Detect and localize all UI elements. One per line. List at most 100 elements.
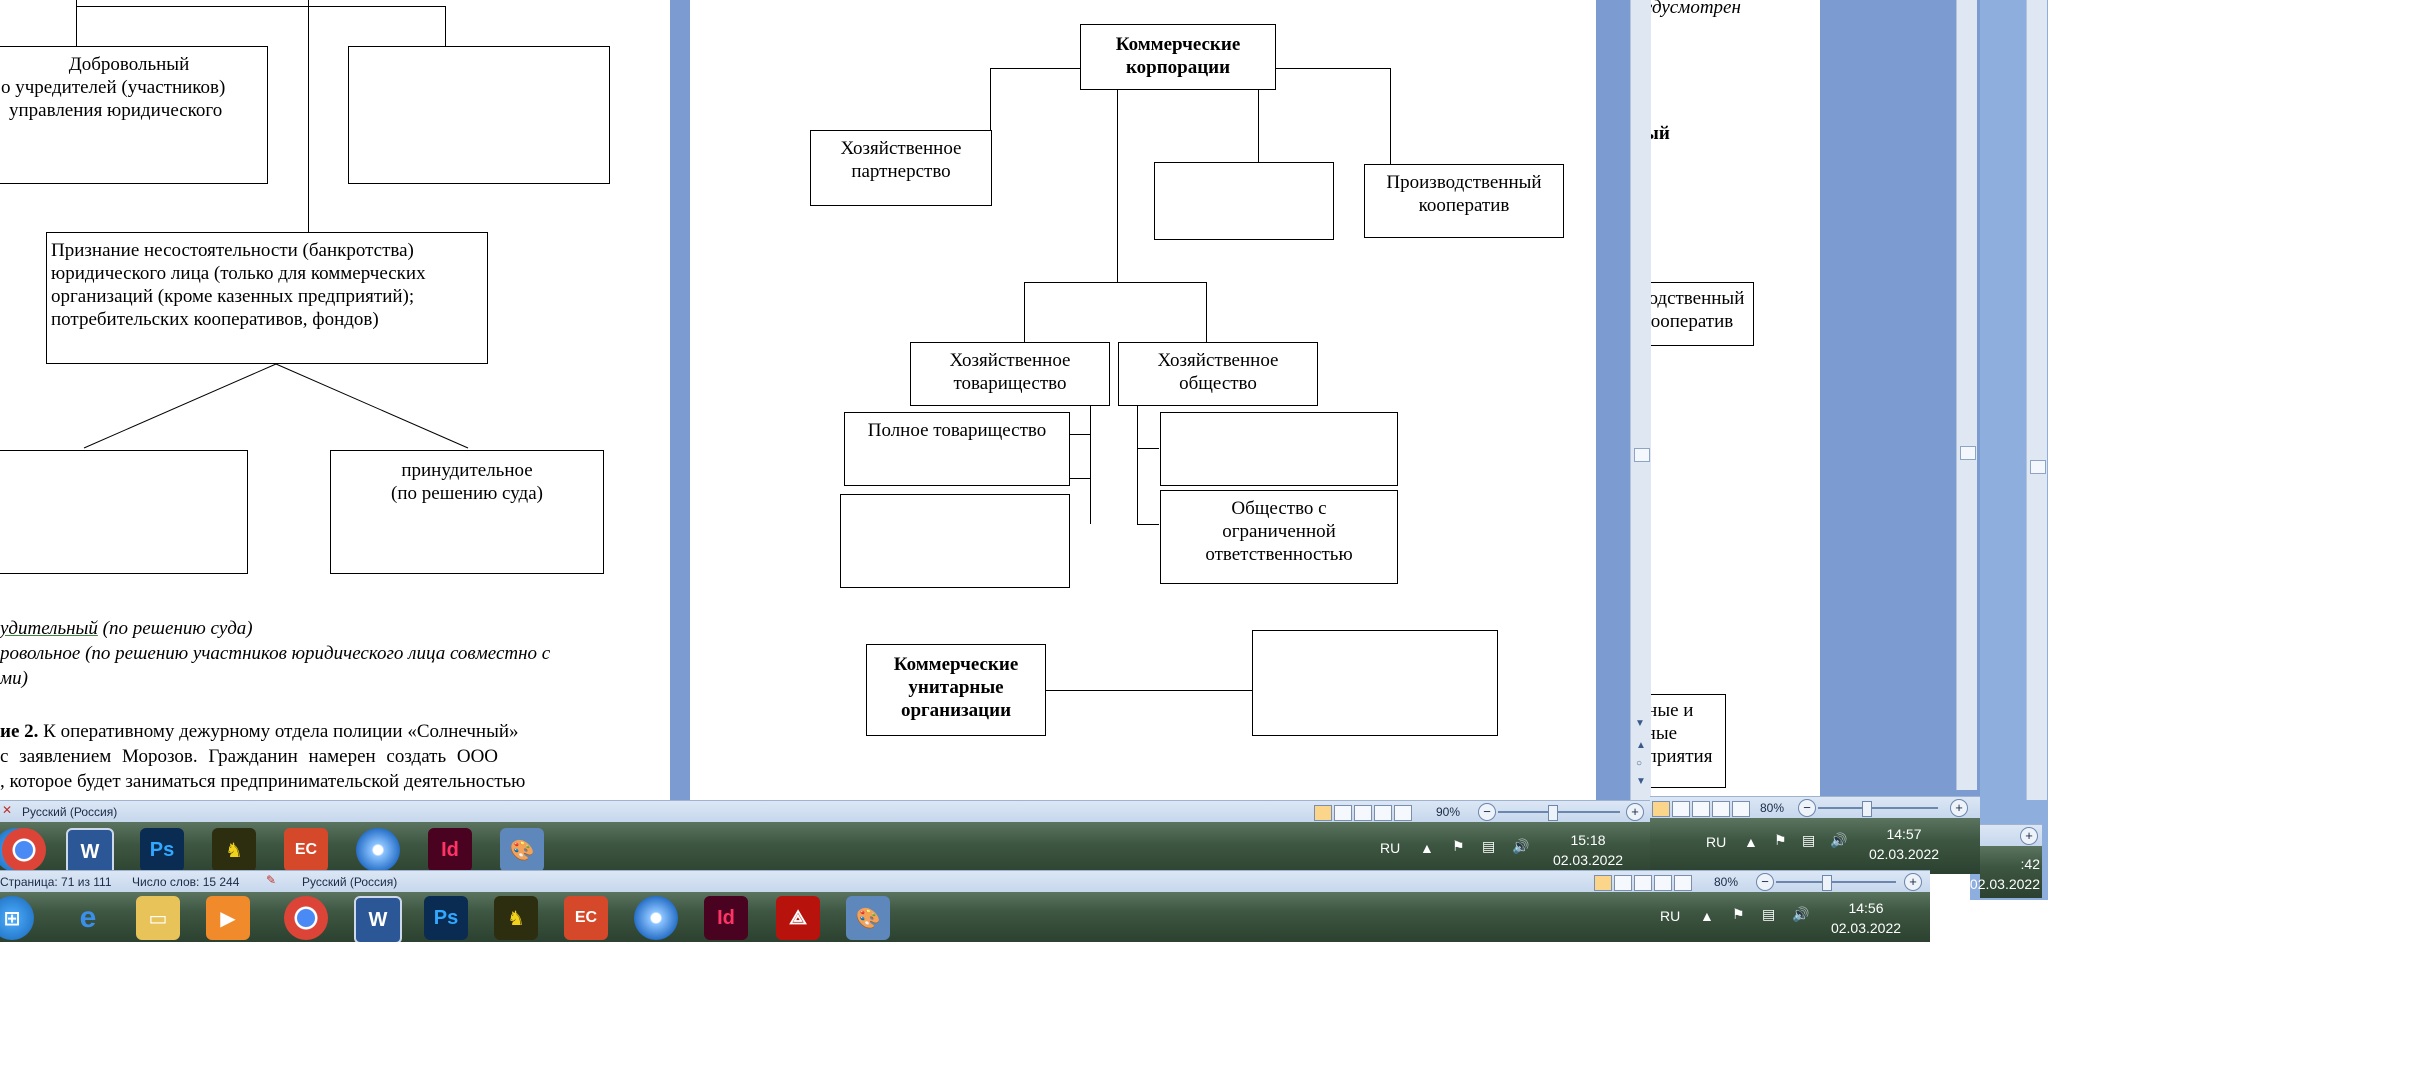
outline-view-icon[interactable]: [1374, 805, 1392, 821]
connector-line: [1137, 404, 1138, 524]
network-icon[interactable]: ▤: [1802, 832, 1815, 849]
outline-view-icon[interactable]: [1654, 875, 1672, 891]
app-yellow-icon[interactable]: ♞: [212, 828, 256, 872]
language-status[interactable]: Русский (Россия): [22, 805, 117, 819]
acrobat-icon[interactable]: ⟁: [776, 896, 820, 940]
print-layout-view-icon[interactable]: [1594, 875, 1612, 891]
disc-icon[interactable]: [356, 828, 400, 872]
disc-icon[interactable]: [634, 896, 678, 940]
zoom-slider-thumb[interactable]: [1822, 875, 1832, 891]
spelling-icon[interactable]: ✎: [266, 873, 276, 887]
prod-coop-line: Производственный: [1386, 172, 1542, 193]
volume-icon[interactable]: 🔊: [1512, 838, 1529, 855]
media-player-icon[interactable]: ▶: [206, 896, 250, 940]
zoom-slider-thumb[interactable]: [1862, 801, 1872, 817]
zoom-in-button[interactable]: +: [1950, 799, 1968, 817]
word-icon[interactable]: W: [66, 828, 114, 876]
word-count[interactable]: Число слов: 15 244: [132, 875, 239, 889]
indesign-icon[interactable]: Id: [704, 896, 748, 940]
tray-expand-icon[interactable]: ▲: [1744, 834, 1758, 850]
zoom-in-button[interactable]: +: [2020, 827, 2038, 845]
volume-icon[interactable]: 🔊: [1792, 906, 1809, 923]
start-icon[interactable]: ⊞: [0, 896, 34, 940]
action-center-flag-icon[interactable]: ⚑: [1452, 838, 1465, 855]
zoom-slider-track[interactable]: [1818, 807, 1938, 809]
zoom-in-button[interactable]: +: [1904, 873, 1922, 891]
tray-expand-icon[interactable]: ▲: [1420, 840, 1434, 856]
draft-view-icon[interactable]: [1674, 875, 1692, 891]
page-count[interactable]: Страница: 71 из 111: [0, 875, 112, 889]
paint-icon[interactable]: 🎨: [846, 896, 890, 940]
volume-icon[interactable]: 🔊: [1830, 832, 1847, 849]
web-view-icon[interactable]: [1354, 805, 1372, 821]
browse-next-icon[interactable]: ▼: [1636, 776, 1646, 787]
draft-view-icon[interactable]: [1394, 805, 1412, 821]
tray-clock[interactable]: 14:57 02.03.2022: [1864, 824, 1944, 864]
tray-lang[interactable]: RU: [1380, 840, 1400, 856]
print-layout-view-icon[interactable]: [1652, 801, 1670, 817]
right-document-page: едусмотрен ый водственный ооператив нные…: [1630, 0, 1820, 790]
spelling-icon[interactable]: ✕: [2, 803, 12, 817]
ie-icon[interactable]: e: [66, 896, 110, 940]
action-center-flag-icon[interactable]: ⚑: [1774, 832, 1787, 849]
app-yellow-icon[interactable]: ♞: [494, 896, 538, 940]
zoom-level[interactable]: 80%: [1760, 801, 1784, 815]
scroll-thumb[interactable]: [2030, 460, 2046, 474]
tray-clock[interactable]: 15:18 02.03.2022: [1548, 830, 1628, 870]
clock-date: 02.03.2022: [1552, 852, 1624, 868]
app-ec-icon[interactable]: EC: [284, 828, 328, 872]
network-icon[interactable]: ▤: [1762, 906, 1775, 923]
photoshop-icon[interactable]: Ps: [140, 828, 184, 872]
indesign-icon[interactable]: Id: [428, 828, 472, 872]
reading-view-icon[interactable]: [1614, 875, 1632, 891]
explorer-icon[interactable]: ▭: [136, 896, 180, 940]
connector-line: [990, 68, 1090, 69]
zoom-in-button[interactable]: +: [1626, 803, 1644, 821]
connector-line: [1117, 88, 1118, 282]
zoom-level[interactable]: 90%: [1436, 805, 1460, 819]
photoshop-icon[interactable]: Ps: [424, 896, 468, 940]
llc-box: Общество с ограниченной ответственностью: [1160, 490, 1398, 584]
action-center-flag-icon[interactable]: ⚑: [1732, 906, 1745, 923]
tray-lang[interactable]: RU: [1660, 908, 1680, 924]
network-icon[interactable]: ▤: [1482, 838, 1495, 855]
scroll-down-icon[interactable]: ▼: [1635, 718, 1645, 729]
language-status[interactable]: Русский (Россия): [302, 875, 397, 889]
browse-prev-icon[interactable]: ▲: [1636, 740, 1646, 751]
outline-view-icon[interactable]: [1712, 801, 1730, 817]
reading-view-icon[interactable]: [1334, 805, 1352, 821]
zoom-slider-track[interactable]: [1776, 881, 1896, 883]
zoom-slider-thumb[interactable]: [1548, 805, 1558, 821]
window-back-mid-scrollbar[interactable]: [1956, 0, 1977, 790]
scroll-thumb[interactable]: [1960, 446, 1976, 460]
word-icon[interactable]: W: [354, 896, 402, 944]
web-view-icon[interactable]: [1692, 801, 1710, 817]
zoom-out-button[interactable]: −: [1798, 799, 1816, 817]
tray-clock[interactable]: :42 02.03.2022: [1940, 854, 2040, 894]
zoom-slider-track[interactable]: [1498, 811, 1620, 813]
web-view-icon[interactable]: [1634, 875, 1652, 891]
zoom-out-button[interactable]: −: [1756, 873, 1774, 891]
chrome-icon[interactable]: [284, 896, 328, 940]
paint-icon[interactable]: 🎨: [500, 828, 544, 872]
tray-lang[interactable]: RU: [1706, 834, 1726, 850]
draft-view-icon[interactable]: [1732, 801, 1750, 817]
empty-partnership-box: [840, 494, 1070, 588]
center-doc-scrollbar[interactable]: ▼ ▲ ○ ▼: [1630, 0, 1651, 800]
app-ec-icon[interactable]: EC: [564, 896, 608, 940]
connector-line: [1274, 68, 1390, 69]
tray-clock[interactable]: 14:56 02.03.2022: [1826, 898, 1906, 938]
browse-object-icon[interactable]: ○: [1636, 758, 1642, 769]
task-text: К оперативному дежурному отдела полиции …: [38, 721, 519, 742]
zoom-level[interactable]: 80%: [1714, 875, 1738, 889]
reading-view-icon[interactable]: [1672, 801, 1690, 817]
print-layout-view-icon[interactable]: [1314, 805, 1332, 821]
tray-expand-icon[interactable]: ▲: [1700, 908, 1714, 924]
connector-line: [1068, 434, 1090, 435]
commercial-corps-box: Коммерческие корпорации: [1080, 24, 1276, 90]
chrome-icon[interactable]: [2, 828, 46, 872]
scroll-thumb[interactable]: [1634, 448, 1650, 462]
zoom-out-button[interactable]: −: [1478, 803, 1496, 821]
window-back-far-scrollbar[interactable]: [2026, 0, 2047, 800]
clock-date: 02.03.2022: [1868, 846, 1940, 862]
